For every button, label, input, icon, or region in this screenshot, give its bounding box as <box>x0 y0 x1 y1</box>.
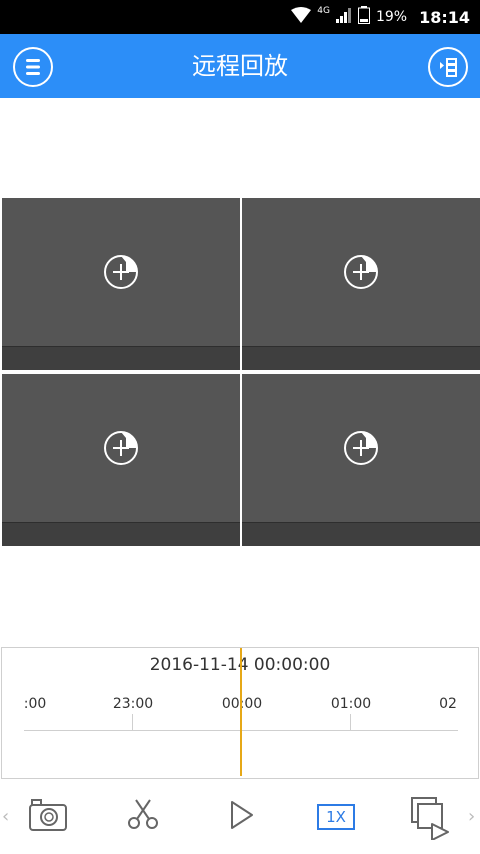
toolbar-next-arrow-icon[interactable]: › <box>468 806 475 827</box>
status-bar: 4G 19% 18:14 <box>0 0 480 34</box>
play-icon <box>224 801 258 838</box>
clock: 18:14 <box>419 7 470 27</box>
camera-icon <box>28 799 68 838</box>
window-status-bar <box>2 346 240 370</box>
window-status-bar <box>242 346 480 370</box>
multi-window-button[interactable] <box>410 796 452 844</box>
window-status-bar <box>242 522 480 546</box>
wifi-icon <box>291 7 312 27</box>
multi-window-play-icon <box>410 797 452 844</box>
battery-percent: 19% <box>375 9 408 25</box>
channel-list-button[interactable] <box>428 47 468 87</box>
timeline[interactable]: 2016-11-14 00:00:00 :00 23:00 00:00 01:0… <box>1 647 479 779</box>
playback-speed-button[interactable]: 1X <box>317 804 355 830</box>
add-channel-icon[interactable] <box>102 429 140 471</box>
add-channel-icon[interactable] <box>342 429 380 471</box>
page-title: 远程回放 <box>192 52 288 80</box>
timeline-tick-label: 02 <box>439 696 457 712</box>
network-type: 4G <box>317 6 330 16</box>
toolbar-prev-arrow-icon[interactable]: ‹ <box>2 806 9 827</box>
add-channel-icon[interactable] <box>102 253 140 295</box>
snapshot-button[interactable] <box>28 796 68 838</box>
timeline-tick <box>350 714 351 730</box>
channel-list-icon <box>430 58 466 89</box>
playback-grid <box>0 198 480 546</box>
app-bar: 远程回放 <box>0 34 480 98</box>
playback-toolbar: ‹ 1X › <box>0 780 480 854</box>
timeline-tick-label: :00 <box>23 696 47 712</box>
playback-window-2[interactable] <box>242 198 480 370</box>
signal-icon <box>335 7 352 27</box>
scissors-icon <box>124 799 162 838</box>
timeline-tick-label: 01:00 <box>330 696 372 712</box>
add-channel-icon[interactable] <box>342 253 380 295</box>
timeline-cursor[interactable] <box>240 648 242 776</box>
playback-window-1[interactable] <box>2 198 240 370</box>
clip-button[interactable] <box>124 796 162 838</box>
timeline-tick <box>132 714 133 730</box>
play-button[interactable] <box>224 796 258 838</box>
timeline-tick-label: 23:00 <box>112 696 154 712</box>
playback-window-3[interactable] <box>2 374 240 546</box>
timeline-tick-label: 00:00 <box>221 696 263 712</box>
battery-icon <box>357 6 370 28</box>
window-status-bar <box>2 522 240 546</box>
playback-window-4[interactable] <box>242 374 480 546</box>
